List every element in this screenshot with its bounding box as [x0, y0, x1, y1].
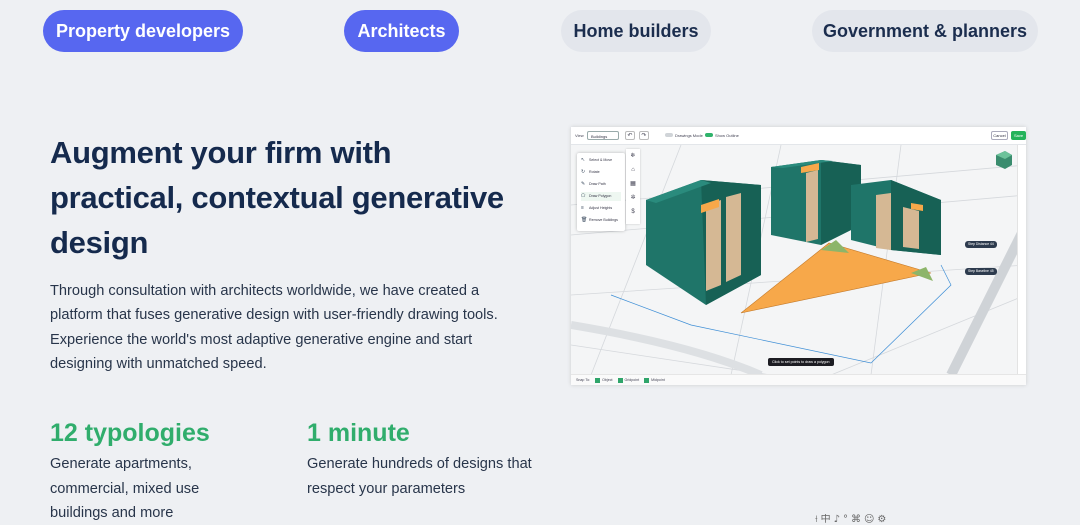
toggle-icon[interactable] — [705, 133, 713, 137]
music-icon[interactable]: ♪ — [834, 514, 843, 525]
side-toolbar: ❄ ⌂ ▦ ✲ $ — [626, 149, 640, 224]
app-screenshot: View Buildings ↶ ↷ Drawings Mode Show Ou… — [571, 127, 1026, 385]
draw-hint-tooltip: Click to set points to draw a polygon — [768, 358, 834, 366]
tab-property-developers[interactable]: Property developers — [43, 10, 243, 52]
redo-icon[interactable]: ↷ — [639, 131, 649, 140]
keyboard-icon[interactable]: ⌘ — [851, 514, 864, 525]
tab-government-planners[interactable]: Government & planners — [812, 10, 1038, 52]
audience-tabs: Property developers Architects Home buil… — [0, 10, 1080, 54]
checkbox-icon[interactable] — [617, 377, 623, 383]
checkbox-icon[interactable] — [644, 377, 650, 383]
dollar-icon[interactable]: $ — [626, 205, 640, 219]
save-button[interactable]: Save — [1011, 131, 1026, 140]
tool-draw-polygon[interactable]: ⬠ Draw Polygon — [581, 192, 621, 201]
layers-icon: ≡ — [581, 205, 584, 211]
pen-icon: ✎ — [581, 181, 586, 187]
undo-icon[interactable]: ↶ — [625, 131, 635, 140]
ime-icon[interactable]: 中 — [821, 514, 834, 525]
tab-home-builders[interactable]: Home builders — [561, 10, 711, 52]
stat-value: 12 typologies — [50, 419, 210, 447]
home-icon[interactable]: ⌂ — [626, 163, 640, 177]
step-distance-label: Step Distance 44 — [965, 241, 997, 248]
toggle-outline-label: Show Outline — [715, 133, 739, 138]
tab-architects[interactable]: Architects — [344, 10, 459, 52]
system-tray: ⟊中♪°⌘☺⚙ — [815, 514, 935, 525]
stat-value: 1 minute — [307, 419, 410, 447]
rotate-icon: ↻ — [581, 169, 586, 175]
draw-tool-menu: ↖ Select & Move ↻ Rotate ✎ Draw Path ⬠ Draw … — [577, 153, 625, 231]
stat-typologies: 12 typologies Generate apartments, comme… — [50, 418, 250, 525]
toggle-drawings-label: Drawings Mode — [675, 133, 703, 138]
tool-select-move[interactable]: ↖ Select & Move — [581, 156, 612, 165]
checkbox-icon[interactable] — [595, 377, 601, 383]
section-description: Through consultation with architects wor… — [50, 283, 498, 372]
right-tool-rail — [1017, 145, 1026, 375]
snap-object: Object — [602, 378, 613, 382]
snowflake-icon[interactable]: ❄ — [626, 149, 640, 163]
view-select[interactable]: Buildings — [587, 131, 619, 140]
section-headline: Augment your firm with practical, contex… — [50, 135, 504, 260]
settings-icon[interactable]: ✲ — [626, 191, 640, 205]
emoji-icon[interactable]: ☺ — [864, 514, 877, 525]
tool-adjust-heights[interactable]: ≡ Adjust Heights — [581, 204, 612, 213]
step-baseline-label: Step Baseline 45 — [965, 268, 997, 275]
dot-icon[interactable]: ° — [843, 514, 851, 525]
tool-remove-buildings[interactable]: 🗑 Remove Buildings — [581, 216, 618, 225]
snap-gridpoint: Gridpoint — [624, 378, 640, 382]
view-label: View — [575, 133, 584, 138]
grid-icon[interactable]: ▦ — [626, 177, 640, 191]
cursor-icon: ↖ — [581, 157, 586, 163]
toggle-icon[interactable] — [665, 133, 673, 137]
snap-footer: Snap To: Object Gridpoint Midpoint — [571, 374, 1026, 385]
snap-label: Snap To: — [576, 378, 591, 382]
snap-midpoint: Midpoint — [651, 378, 665, 382]
cancel-button[interactable]: Cancel — [991, 131, 1008, 140]
gear-icon[interactable]: ⚙ — [877, 514, 889, 525]
stat-text: Generate hundreds of designs that respec… — [307, 456, 532, 497]
stat-text: Generate apartments, commercial, mixed u… — [50, 456, 200, 521]
tool-rotate[interactable]: ↻ Rotate — [581, 168, 600, 177]
trash-icon: 🗑 — [581, 217, 588, 223]
polygon-icon: ⬠ — [581, 193, 586, 199]
app-toolbar: View Buildings ↶ ↷ Drawings Mode Show Ou… — [571, 127, 1026, 145]
tool-draw-path[interactable]: ✎ Draw Path — [581, 180, 606, 189]
stat-speed: 1 minute Generate hundreds of designs th… — [307, 418, 537, 501]
